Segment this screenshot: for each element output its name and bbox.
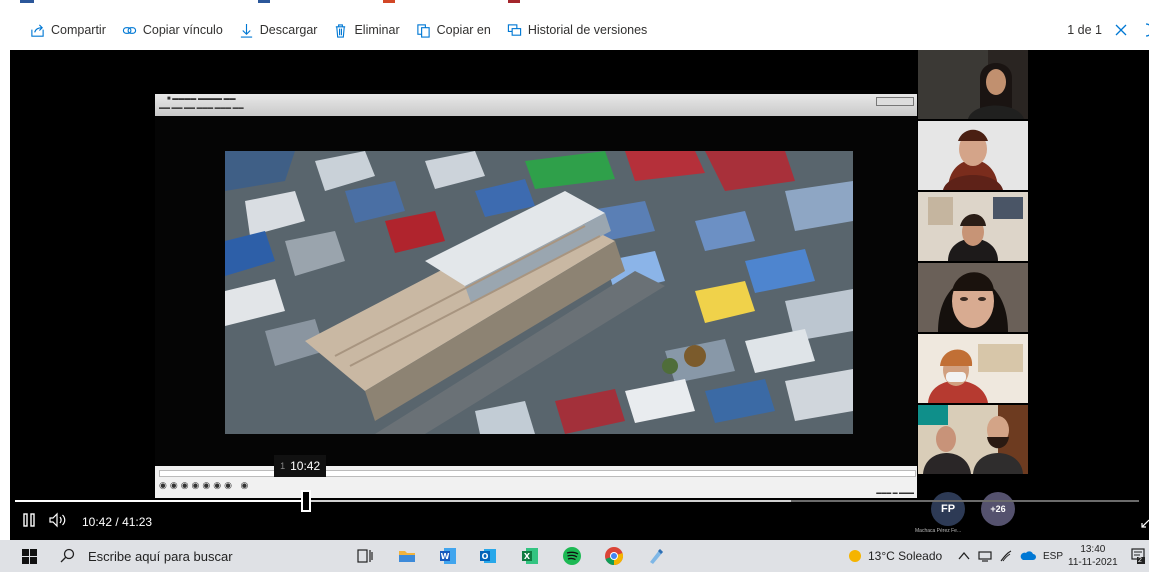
media-player-buttons-decoration: ◉◉◉◉◉◉◉ ◉: [159, 480, 252, 490]
download-icon: [240, 23, 252, 38]
copy-to-button[interactable]: Copiar en: [416, 23, 491, 38]
share-button[interactable]: Compartir: [30, 23, 106, 38]
task-view-icon[interactable]: [355, 546, 375, 566]
window-title-decoration: ■ ▬▬▬▬ ▬▬▬▬ ▬▬: [167, 96, 236, 102]
network-icon[interactable]: [978, 550, 992, 562]
media-player-seek-decoration: [159, 470, 916, 477]
weather-widget[interactable]: 13°C Soleado: [848, 540, 942, 572]
media-player-time-decoration: ▬▬▬ ▬ ▬▬▬: [876, 490, 914, 496]
search-placeholder: Escribe aquí para buscar: [88, 548, 233, 564]
participant-tile[interactable]: [918, 192, 1028, 261]
pen-icon[interactable]: [999, 550, 1013, 562]
search-icon: [60, 548, 75, 563]
spotify-icon[interactable]: [562, 546, 582, 566]
system-tray: ESP: [958, 540, 1063, 572]
page-counter: 1 de 1: [1067, 23, 1102, 37]
aerial-town-image: [225, 151, 853, 434]
share-icon: [31, 23, 44, 37]
taskbar-search[interactable]: Escribe aquí para buscar: [48, 540, 233, 572]
clock-time: 13:40: [1080, 544, 1106, 555]
current-time: 10:42: [82, 515, 113, 529]
progress-played: [15, 500, 307, 502]
weather-text: 13°C Soleado: [868, 549, 943, 563]
participant-tile[interactable]: [918, 121, 1028, 190]
language-indicator[interactable]: ESP: [1043, 551, 1063, 562]
word-icon[interactable]: W: [438, 546, 458, 566]
seek-tooltip: 1 10:42: [274, 455, 327, 477]
command-bar-right: 1 de 1: [1067, 10, 1149, 50]
svg-text:O: O: [482, 552, 489, 561]
link-icon: [122, 26, 137, 34]
copy-to-icon: [416, 23, 430, 38]
window-menu-decoration: ▬▬ ▬▬ ▬▬ ▬▬▬ ▬▬▬ ▬▬: [159, 105, 244, 111]
delete-button[interactable]: Eliminar: [333, 23, 400, 38]
video-progress-bar[interactable]: [15, 500, 1139, 502]
close-icon[interactable]: [1115, 24, 1127, 36]
delete-label: Eliminar: [354, 23, 400, 37]
download-label: Descargar: [259, 23, 318, 37]
copy-link-label: Copiar vínculo: [142, 23, 223, 37]
version-history-button[interactable]: Historial de versiones: [507, 23, 648, 38]
excel-icon[interactable]: X: [520, 546, 540, 566]
participant-tile[interactable]: [918, 405, 1028, 474]
copy-link-button[interactable]: Copiar vínculo: [122, 23, 223, 38]
chevron-up-icon[interactable]: [958, 550, 970, 562]
expand-icon[interactable]: [1141, 518, 1149, 528]
sun-icon: [849, 550, 861, 562]
participant-tile[interactable]: [918, 50, 1028, 119]
onedrive-icon[interactable]: [1020, 550, 1036, 562]
download-button[interactable]: Descargar: [239, 23, 318, 38]
participant-avatar-name: Machaca Pérez Fe...: [915, 528, 962, 534]
more-participants-badge[interactable]: +26: [981, 492, 1015, 526]
info-icon[interactable]: [1137, 23, 1149, 37]
video-stage[interactable]: ■ ▬▬▬▬ ▬▬▬▬ ▬▬ ▬▬ ▬▬ ▬▬ ▬▬▬ ▬▬▬ ▬▬ ◉◉◉◉◉…: [10, 50, 1149, 540]
top-strip: [0, 0, 1149, 10]
svg-text:X: X: [524, 552, 531, 561]
other-app-icon[interactable]: [646, 546, 666, 566]
copy-to-label: Copiar en: [436, 23, 491, 37]
aerial-town-illustration: [225, 151, 853, 434]
command-bar: Compartir Copiar vínculo Descargar Elimi…: [0, 10, 1149, 50]
seek-tooltip-time: 10:42: [290, 459, 321, 473]
participant-avatar-fp[interactable]: FP: [931, 492, 965, 526]
playback-time: 10:42 / 41:23: [82, 515, 152, 529]
total-time: 41:23: [122, 515, 153, 529]
window-controls-decoration: [876, 97, 914, 106]
svg-text:W: W: [441, 552, 450, 561]
time-separator: /: [115, 515, 119, 529]
progress-thumb[interactable]: [301, 490, 312, 512]
version-history-label: Historial de versiones: [527, 23, 648, 37]
participant-tile[interactable]: [918, 334, 1028, 403]
shared-screen: ■ ▬▬▬▬ ▬▬▬▬ ▬▬ ▬▬ ▬▬ ▬▬ ▬▬▬ ▬▬▬ ▬▬ ◉◉◉◉◉…: [155, 94, 918, 498]
media-player-controls-decoration: ◉◉◉◉◉◉◉ ◉ ▬▬▬ ▬ ▬▬▬: [155, 466, 918, 498]
windows-start-icon[interactable]: [22, 549, 37, 564]
volume-icon[interactable]: [48, 512, 68, 528]
file-explorer-icon[interactable]: [397, 546, 417, 566]
seek-tooltip-prefix: 1: [280, 461, 286, 471]
trash-icon: [336, 23, 346, 38]
chrome-icon[interactable]: [604, 546, 624, 566]
share-label: Compartir: [51, 23, 106, 37]
clock-date: 11-11-2021: [1068, 557, 1118, 568]
media-player-window-bar: ■ ▬▬▬▬ ▬▬▬▬ ▬▬ ▬▬ ▬▬ ▬▬ ▬▬▬ ▬▬▬ ▬▬: [155, 94, 918, 116]
participant-gallery: [917, 50, 1029, 540]
version-history-icon: [507, 23, 521, 36]
outlook-icon[interactable]: O: [478, 546, 498, 566]
windows-taskbar: Escribe aquí para buscar W O X 13°C Sole…: [0, 540, 1149, 572]
participant-tile[interactable]: [918, 263, 1028, 332]
notification-count: 2: [1138, 557, 1142, 564]
pause-icon[interactable]: [22, 512, 36, 528]
taskbar-clock[interactable]: 13:40 11-11-2021: [1068, 543, 1118, 569]
